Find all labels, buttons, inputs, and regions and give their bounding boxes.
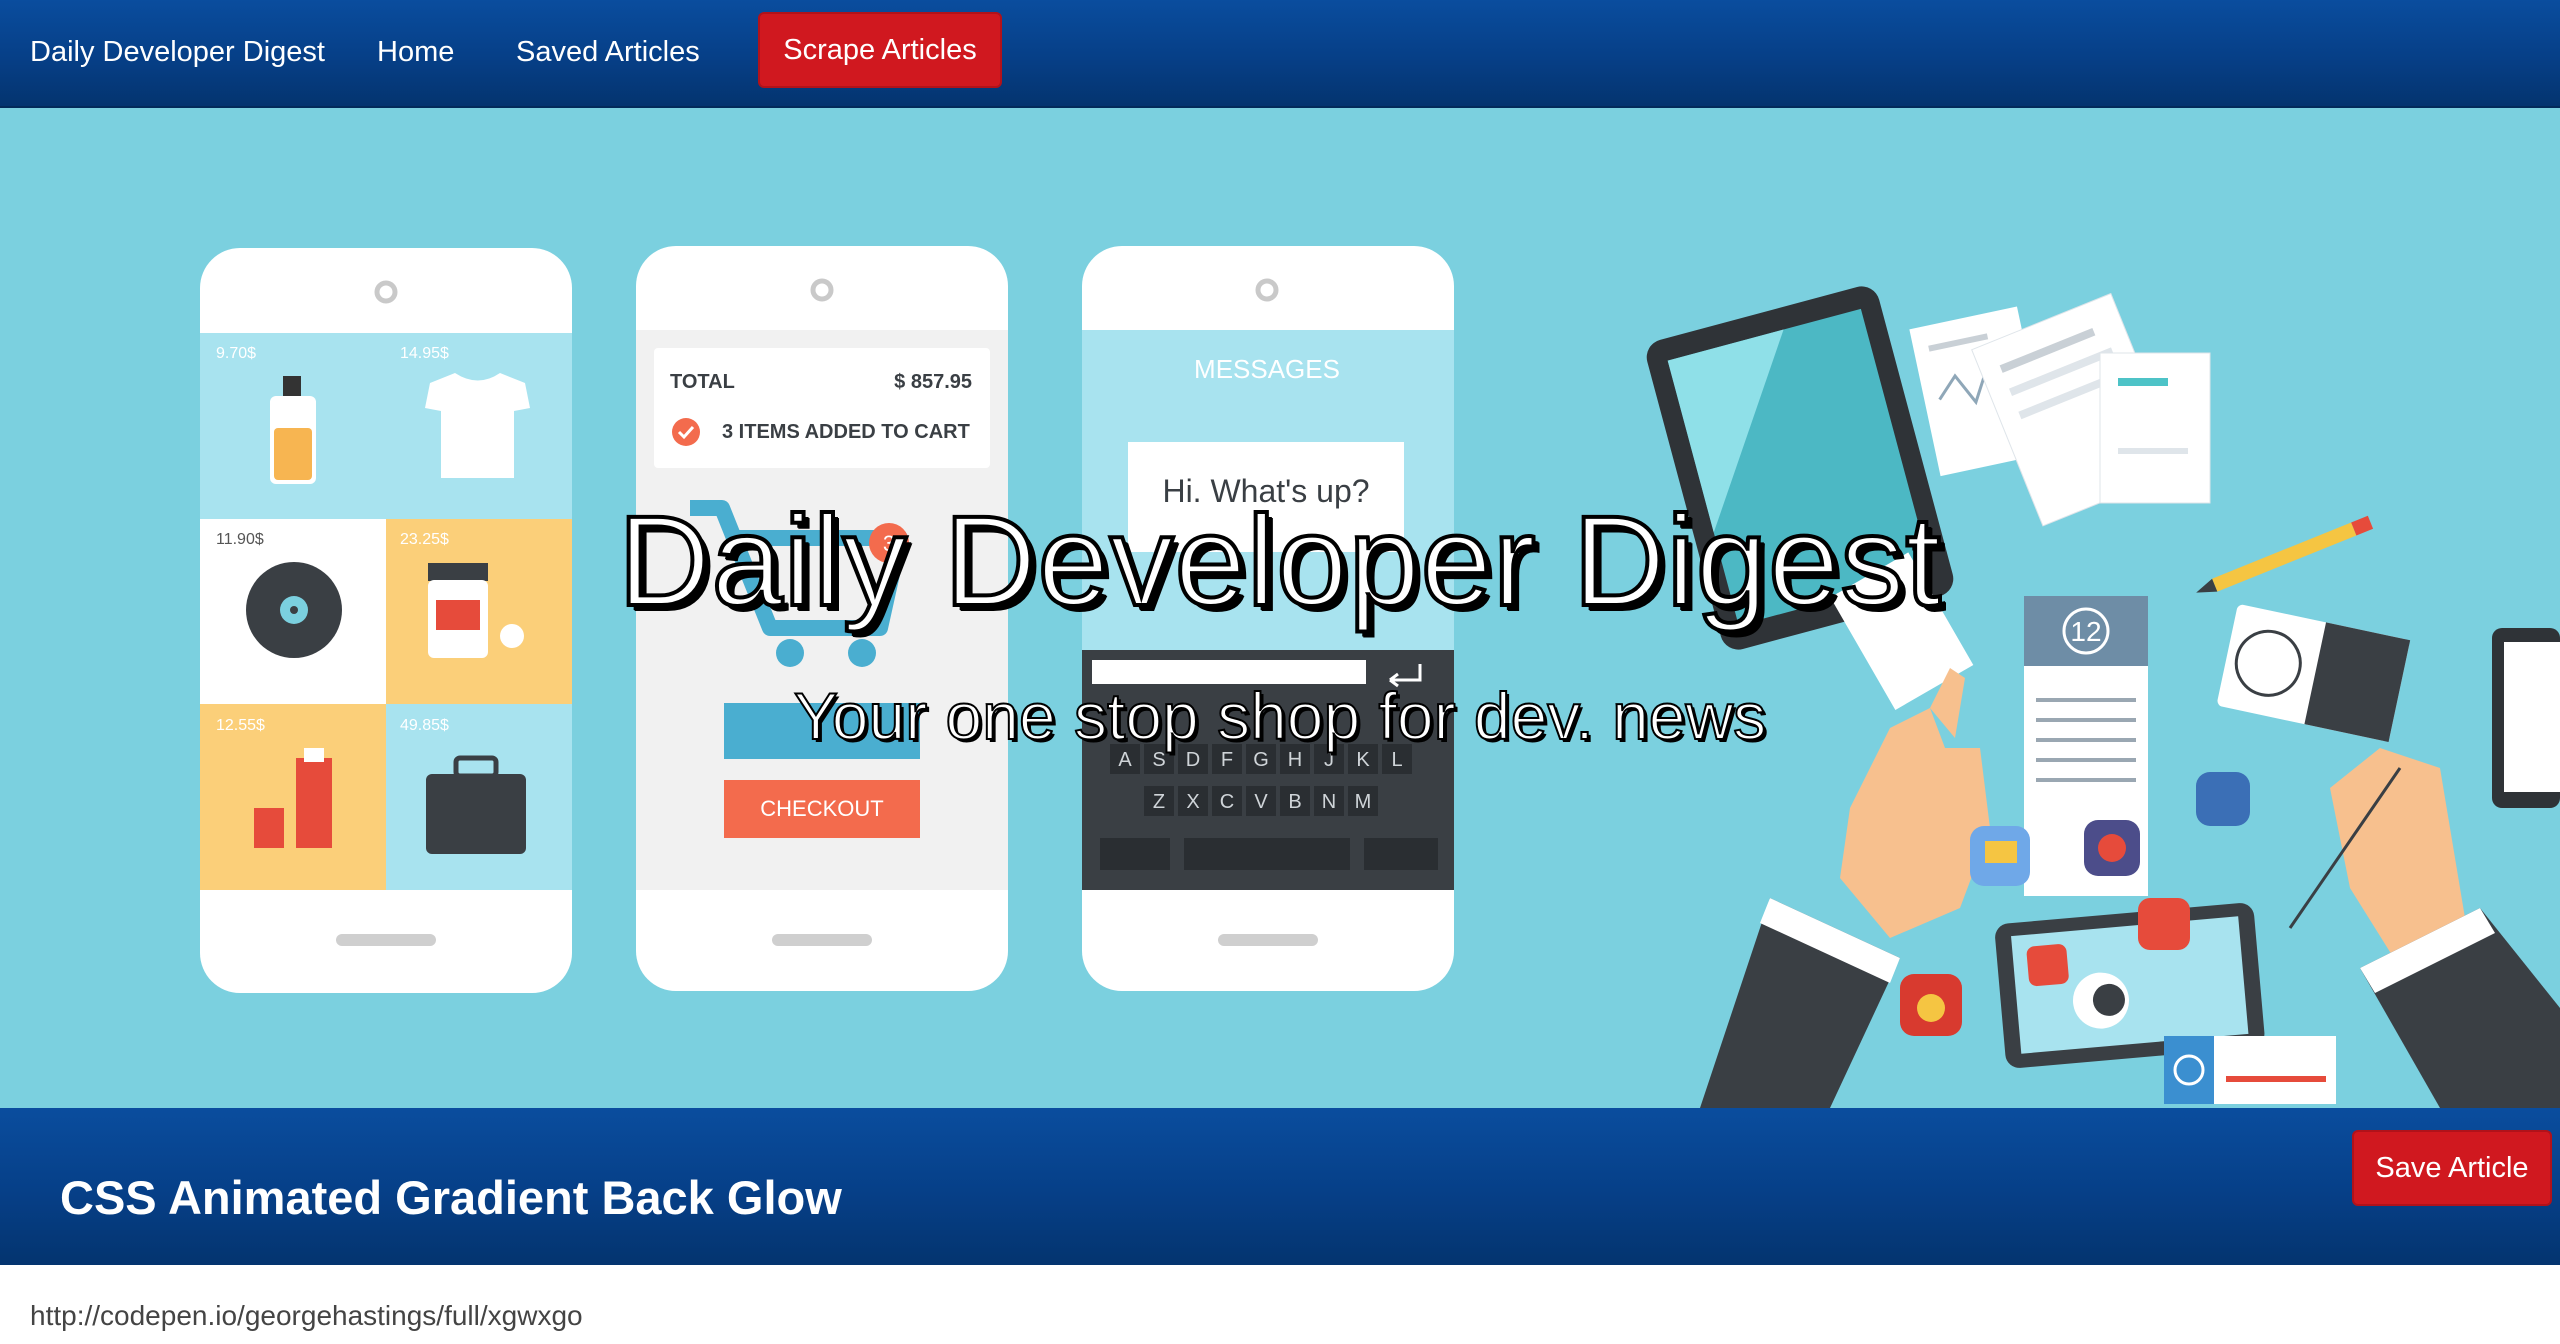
nav-saved-articles-link[interactable]: Saved Articles xyxy=(516,0,700,104)
hero-subtitle: Your one stop shop for dev. news xyxy=(793,678,1767,754)
nav-home-link[interactable]: Home xyxy=(377,0,454,104)
price-tag: 9.70$ xyxy=(216,345,256,362)
keyboard-key-label: X xyxy=(1186,791,1199,813)
cart-status-text: 3 ITEMS ADDED TO CART xyxy=(722,421,970,443)
article-url-link[interactable]: http://codepen.io/georgehastings/full/xg… xyxy=(30,1300,583,1332)
keyboard-key-label: V xyxy=(1254,791,1268,813)
keyboard-row: ZXCVBNM xyxy=(1144,786,1378,816)
cart-total-label: TOTAL xyxy=(670,371,735,393)
checkout-label: CHECKOUT xyxy=(760,796,883,821)
brand-link[interactable]: Daily Developer Digest xyxy=(30,0,325,104)
navbar: Daily Developer Digest Home Saved Articl… xyxy=(0,0,2560,108)
keyboard-key-label: Z xyxy=(1153,791,1165,813)
hero-banner: 9.70$ 14.95$ 11.90$ 23.25$ 12.55$ 49.85$ xyxy=(0,108,2560,1108)
cart-total-value: $ 857.95 xyxy=(894,371,972,393)
hero-title: Daily Developer Digest xyxy=(616,488,1943,635)
save-article-button[interactable]: Save Article xyxy=(2352,1130,2552,1206)
article-card-header: CSS Animated Gradient Back Glow Save Art… xyxy=(0,1108,2560,1265)
keyboard-key-label: M xyxy=(1355,791,1372,813)
article-title[interactable]: CSS Animated Gradient Back Glow xyxy=(60,1170,842,1225)
messages-header: MESSAGES xyxy=(1194,354,1340,384)
keyboard-key-label: C xyxy=(1220,791,1234,813)
scrape-articles-button[interactable]: Scrape Articles xyxy=(758,12,1002,88)
keyboard-key-label: B xyxy=(1288,791,1301,813)
keyboard-key-label: N xyxy=(1322,791,1336,813)
price-tag: 14.95$ xyxy=(400,345,449,362)
